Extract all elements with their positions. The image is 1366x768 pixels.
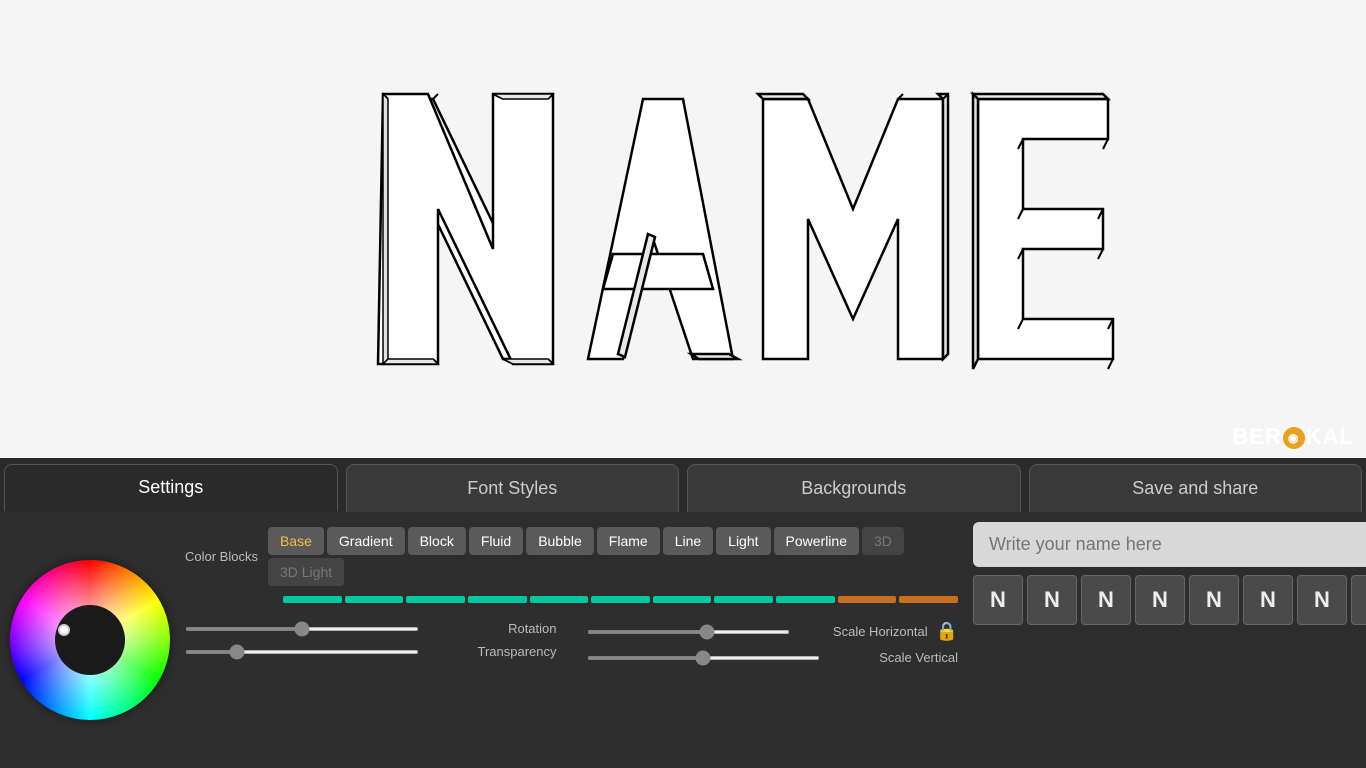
color-bar-6 [591,596,650,603]
transparency-row: Transparency [185,644,557,659]
letter-preview-1[interactable]: N [973,575,1023,625]
letter-preview-4[interactable]: N [1135,575,1185,625]
right-sliders: Scale Horizontal 🔒 Scale Vertical [587,621,959,665]
transparency-label: Transparency [427,644,557,659]
rotation-slider[interactable] [185,627,419,631]
letter-preview-3[interactable]: N [1081,575,1131,625]
color-bar-11 [899,596,958,603]
color-bar-1 [283,596,342,603]
transparency-slider[interactable] [185,650,419,654]
tab-save-share[interactable]: Save and share [1029,464,1363,512]
left-sliders: Rotation Transparency [185,621,557,665]
scale-horizontal-slider[interactable] [587,630,790,634]
tab-settings[interactable]: Settings [4,464,338,512]
color-bar-2 [345,596,404,603]
style-btn-block[interactable]: Block [408,527,466,555]
style-buttons-container: Base Gradient Block Fluid Bubble Flame L… [268,527,958,586]
logo-watermark: BER◉KAL [1232,424,1354,450]
scale-vertical-slider[interactable] [587,656,821,660]
name-input[interactable] [973,522,1366,567]
style-btn-base[interactable]: Base [268,527,324,555]
style-btn-powerline[interactable]: Powerline [774,527,859,555]
color-bar-9 [776,596,835,603]
style-btn-fluid[interactable]: Fluid [469,527,523,555]
style-btn-3d[interactable]: 3D [862,527,904,555]
style-btn-bubble[interactable]: Bubble [526,527,594,555]
style-btn-flame[interactable]: Flame [597,527,660,555]
panel-content: Color Blocks Base Gradient Block Fluid B… [0,512,1366,768]
scale-h-row: Scale Horizontal 🔒 [587,621,959,642]
style-btn-gradient[interactable]: Gradient [327,527,405,555]
color-blocks-row: Color Blocks Base Gradient Block Fluid B… [185,527,958,586]
letter-previews: N N N N N N N N [973,575,1366,625]
color-wheel[interactable] [10,560,170,720]
scale-vertical-label: Scale Vertical [828,650,958,665]
canvas-area: BER◉KAL [0,0,1366,458]
style-btn-3d-light[interactable]: 3D Light [268,558,344,586]
color-bar-10 [838,596,897,603]
color-bar-8 [714,596,773,603]
graffiti-display [0,0,1366,458]
color-bar-7 [653,596,712,603]
scale-v-row: Scale Vertical [587,650,959,665]
tab-backgrounds[interactable]: Backgrounds [687,464,1021,512]
letter-preview-5[interactable]: N [1189,575,1239,625]
rotation-row: Rotation [185,621,557,636]
color-bar-5 [530,596,589,603]
right-section: N N N N N N N N [973,522,1366,758]
letter-preview-8[interactable]: N [1351,575,1366,625]
letter-preview-7[interactable]: N [1297,575,1347,625]
letter-preview-6[interactable]: N [1243,575,1293,625]
color-bar-3 [406,596,465,603]
style-bars-row [283,596,958,603]
color-wheel-section [10,522,170,758]
letter-preview-2[interactable]: N [1027,575,1077,625]
tab-font-styles[interactable]: Font Styles [346,464,680,512]
lock-icon[interactable]: 🔒 [936,621,958,642]
controls-section: Color Blocks Base Gradient Block Fluid B… [180,522,963,758]
style-btn-light[interactable]: Light [716,527,770,555]
color-wheel-selector[interactable] [58,624,70,636]
color-blocks-label: Color Blocks [185,549,258,564]
bottom-panel: Settings Font Styles Backgrounds Save an… [0,458,1366,768]
color-wheel-center [55,605,125,675]
style-btn-line[interactable]: Line [663,527,713,555]
logo-icon: ◉ [1283,427,1305,449]
tab-bar: Settings Font Styles Backgrounds Save an… [0,458,1366,512]
rotation-label: Rotation [427,621,557,636]
sliders-section: Rotation Transparency Scale Horizontal 🔒 [185,621,958,665]
scale-horizontal-label: Scale Horizontal [798,624,928,639]
color-bar-4 [468,596,527,603]
